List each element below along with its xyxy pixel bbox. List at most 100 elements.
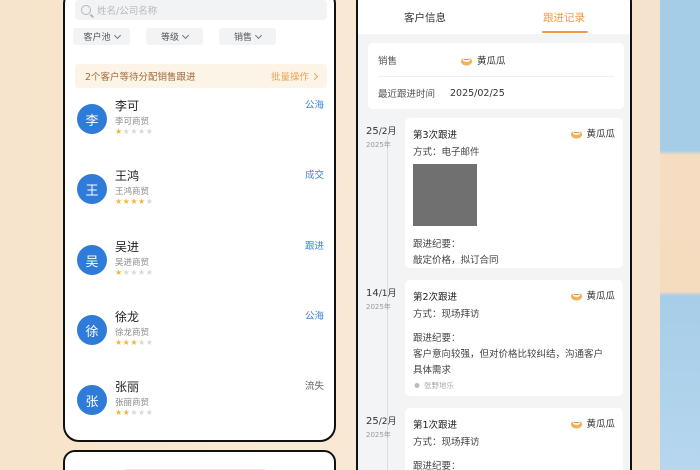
customer-name: 王鸿: [115, 169, 140, 183]
active-tab-indicator: [542, 31, 588, 33]
tab-follow-records[interactable]: 跟进记录: [543, 10, 585, 25]
cucumber-logo-icon: [460, 56, 473, 66]
customer-name: 李可: [115, 99, 140, 113]
follow-record-card[interactable]: 第2次跟进 黄瓜瓜 方式：现场拜访 跟进纪要： 客户意向较强，但对价格比较纠结，沟通客户…: [405, 280, 623, 396]
customer-list-screen: 姓名/公司名称 客户池 等级 销售 2个客户等待分配销售跟进 批量操作 李李可李…: [63, 0, 336, 442]
location-icon: [414, 382, 420, 388]
star-icon: ★: [130, 268, 139, 277]
record-day: 25: [366, 126, 379, 137]
summary-label: 跟进纪要：: [413, 239, 461, 250]
rating-stars: ★★★★★: [115, 127, 153, 136]
customer-item[interactable]: 王王鸿王鸿商贸 ★★★★★ 成交: [65, 158, 334, 228]
star-icon: ★: [115, 197, 123, 206]
sales-row: 销售 黄瓜瓜: [378, 53, 506, 67]
star-icon: ★: [130, 197, 139, 206]
star-icon: ★: [115, 268, 123, 277]
customer-item[interactable]: 徐徐龙 徐龙商贸 ★★★★★ 公海: [65, 299, 334, 369]
avatar: 张: [77, 385, 107, 415]
filter-label: 销售: [233, 33, 252, 43]
chevron-down-icon: [254, 31, 263, 39]
star-icon: ★: [138, 338, 146, 347]
star-icon: ★: [130, 408, 139, 417]
record-owner: 黄瓜瓜: [570, 416, 615, 430]
status-tag: 成交: [304, 170, 324, 181]
summary-text: 具体需求: [413, 365, 452, 376]
tab-customer-info[interactable]: 客户信息: [404, 10, 446, 25]
record-date: 14/1月 2025年: [366, 286, 404, 312]
record-date: 25/2月 2025年: [366, 124, 404, 150]
star-icon: ★: [138, 127, 146, 136]
star-icon: ★: [145, 408, 154, 417]
sales-info-card: 销售 黄瓜瓜 最近跟进时间 2025/02/25: [368, 43, 624, 109]
cucumber-logo-icon: [571, 291, 583, 301]
record-year: 2025年: [366, 303, 391, 311]
customer-name: 徐龙: [115, 310, 140, 324]
customer-company: 张丽商贸: [115, 398, 150, 408]
summary-text: 客户意向较强，但对价格比较纠结，沟通客户: [413, 349, 604, 360]
chevron-down-icon: [113, 31, 121, 39]
customer-name: 张丽: [115, 380, 140, 394]
filter-level[interactable]: 等级: [146, 28, 203, 45]
filter-customer-pool[interactable]: 客户池: [73, 28, 130, 45]
last-follow-row: 最近跟进时间 2025/02/25: [378, 86, 505, 101]
customer-company: 吴进商贸: [115, 258, 150, 268]
filter-bar: 客户池 等级 销售: [73, 28, 276, 45]
rating-stars: ★★★★★: [115, 268, 153, 277]
sales-value: 黄瓜瓜: [477, 56, 506, 67]
avatar: 李: [77, 104, 107, 134]
customer-company: 李可商贸: [115, 117, 150, 127]
star-icon: ★: [145, 268, 154, 277]
filter-sales[interactable]: 销售: [219, 28, 276, 45]
filter-label: 客户池: [83, 33, 111, 43]
customer-company: 王鸿商贸: [115, 187, 150, 197]
record-title: 第1次跟进: [413, 420, 458, 431]
rating-stars: ★★★★★: [115, 338, 153, 347]
batch-operation-link[interactable]: 批量操作: [271, 69, 319, 83]
star-icon: ★: [138, 197, 146, 206]
follow-record-card[interactable]: 第1次跟进 黄瓜瓜方式：现场拜访 跟进纪要：: [405, 408, 623, 470]
cucumber-logo-icon: [571, 419, 583, 429]
record-year: 2025年: [366, 431, 391, 439]
background-right: [660, 0, 700, 470]
star-icon: ★: [115, 408, 123, 417]
customer-detail-screen: 客户信息 跟进记录 销售 黄瓜瓜 最近跟进时间 2025/02/25 25/2月…: [356, 0, 632, 470]
record-month: /2月: [378, 417, 397, 427]
tab-bar: 客户信息 跟进记录: [358, 0, 630, 34]
customer-company: 徐龙商贸: [115, 328, 150, 338]
star-icon: ★: [130, 338, 139, 347]
search-input[interactable]: 姓名/公司名称: [75, 0, 327, 20]
record-method: 方式：现场拜访: [413, 437, 480, 448]
follow-record-card[interactable]: 第3次跟进 黄瓜瓜 方式：电子邮件 跟进纪要： 敲定价格，拟订合同: [405, 118, 623, 268]
status-tag: 跟进: [304, 241, 324, 252]
avatar: 吴: [77, 245, 107, 275]
note-text: 张野地乐: [424, 381, 454, 390]
customer-name: 吴进: [115, 240, 140, 254]
record-day: 25: [366, 416, 379, 427]
search-placeholder: 姓名/公司名称: [97, 6, 158, 17]
sales-label: 销售: [378, 56, 398, 67]
chevron-down-icon: [181, 31, 190, 39]
customer-item[interactable]: 李李可李可商贸 ★★★★★ 公海: [65, 88, 334, 158]
rating-stars: ★★★★★: [115, 197, 153, 206]
summary-label: 跟进纪要：: [413, 461, 461, 470]
star-icon: ★: [130, 127, 139, 136]
background-left: [0, 0, 40, 470]
filter-label: 等级: [160, 33, 179, 43]
star-icon: ★: [115, 338, 123, 347]
chevron-right-icon: [310, 72, 319, 80]
status-tag: 公海: [304, 100, 324, 111]
record-month: /2月: [378, 127, 397, 137]
customer-item[interactable]: 张张丽 张丽商贸 ★★★★★ 流失: [65, 369, 334, 439]
record-day: 14: [366, 288, 379, 299]
summary-text: 敲定价格，拟订合同: [413, 255, 499, 266]
rating-stars: ★★★★★: [115, 408, 153, 417]
customer-item[interactable]: 吴吴进 吴进商贸 ★★★★★ 跟进: [65, 229, 334, 299]
avatar: 王: [77, 174, 107, 204]
unassigned-banner: 2个客户等待分配销售跟进 批量操作: [75, 64, 327, 88]
summary-label: 跟进纪要：: [413, 333, 461, 344]
record-note: 张野地乐: [413, 380, 454, 391]
owner-name: 黄瓜瓜: [586, 419, 615, 430]
record-title: 第2次跟进: [413, 292, 458, 303]
attachment-image[interactable]: [413, 164, 477, 226]
star-icon: ★: [145, 127, 154, 136]
